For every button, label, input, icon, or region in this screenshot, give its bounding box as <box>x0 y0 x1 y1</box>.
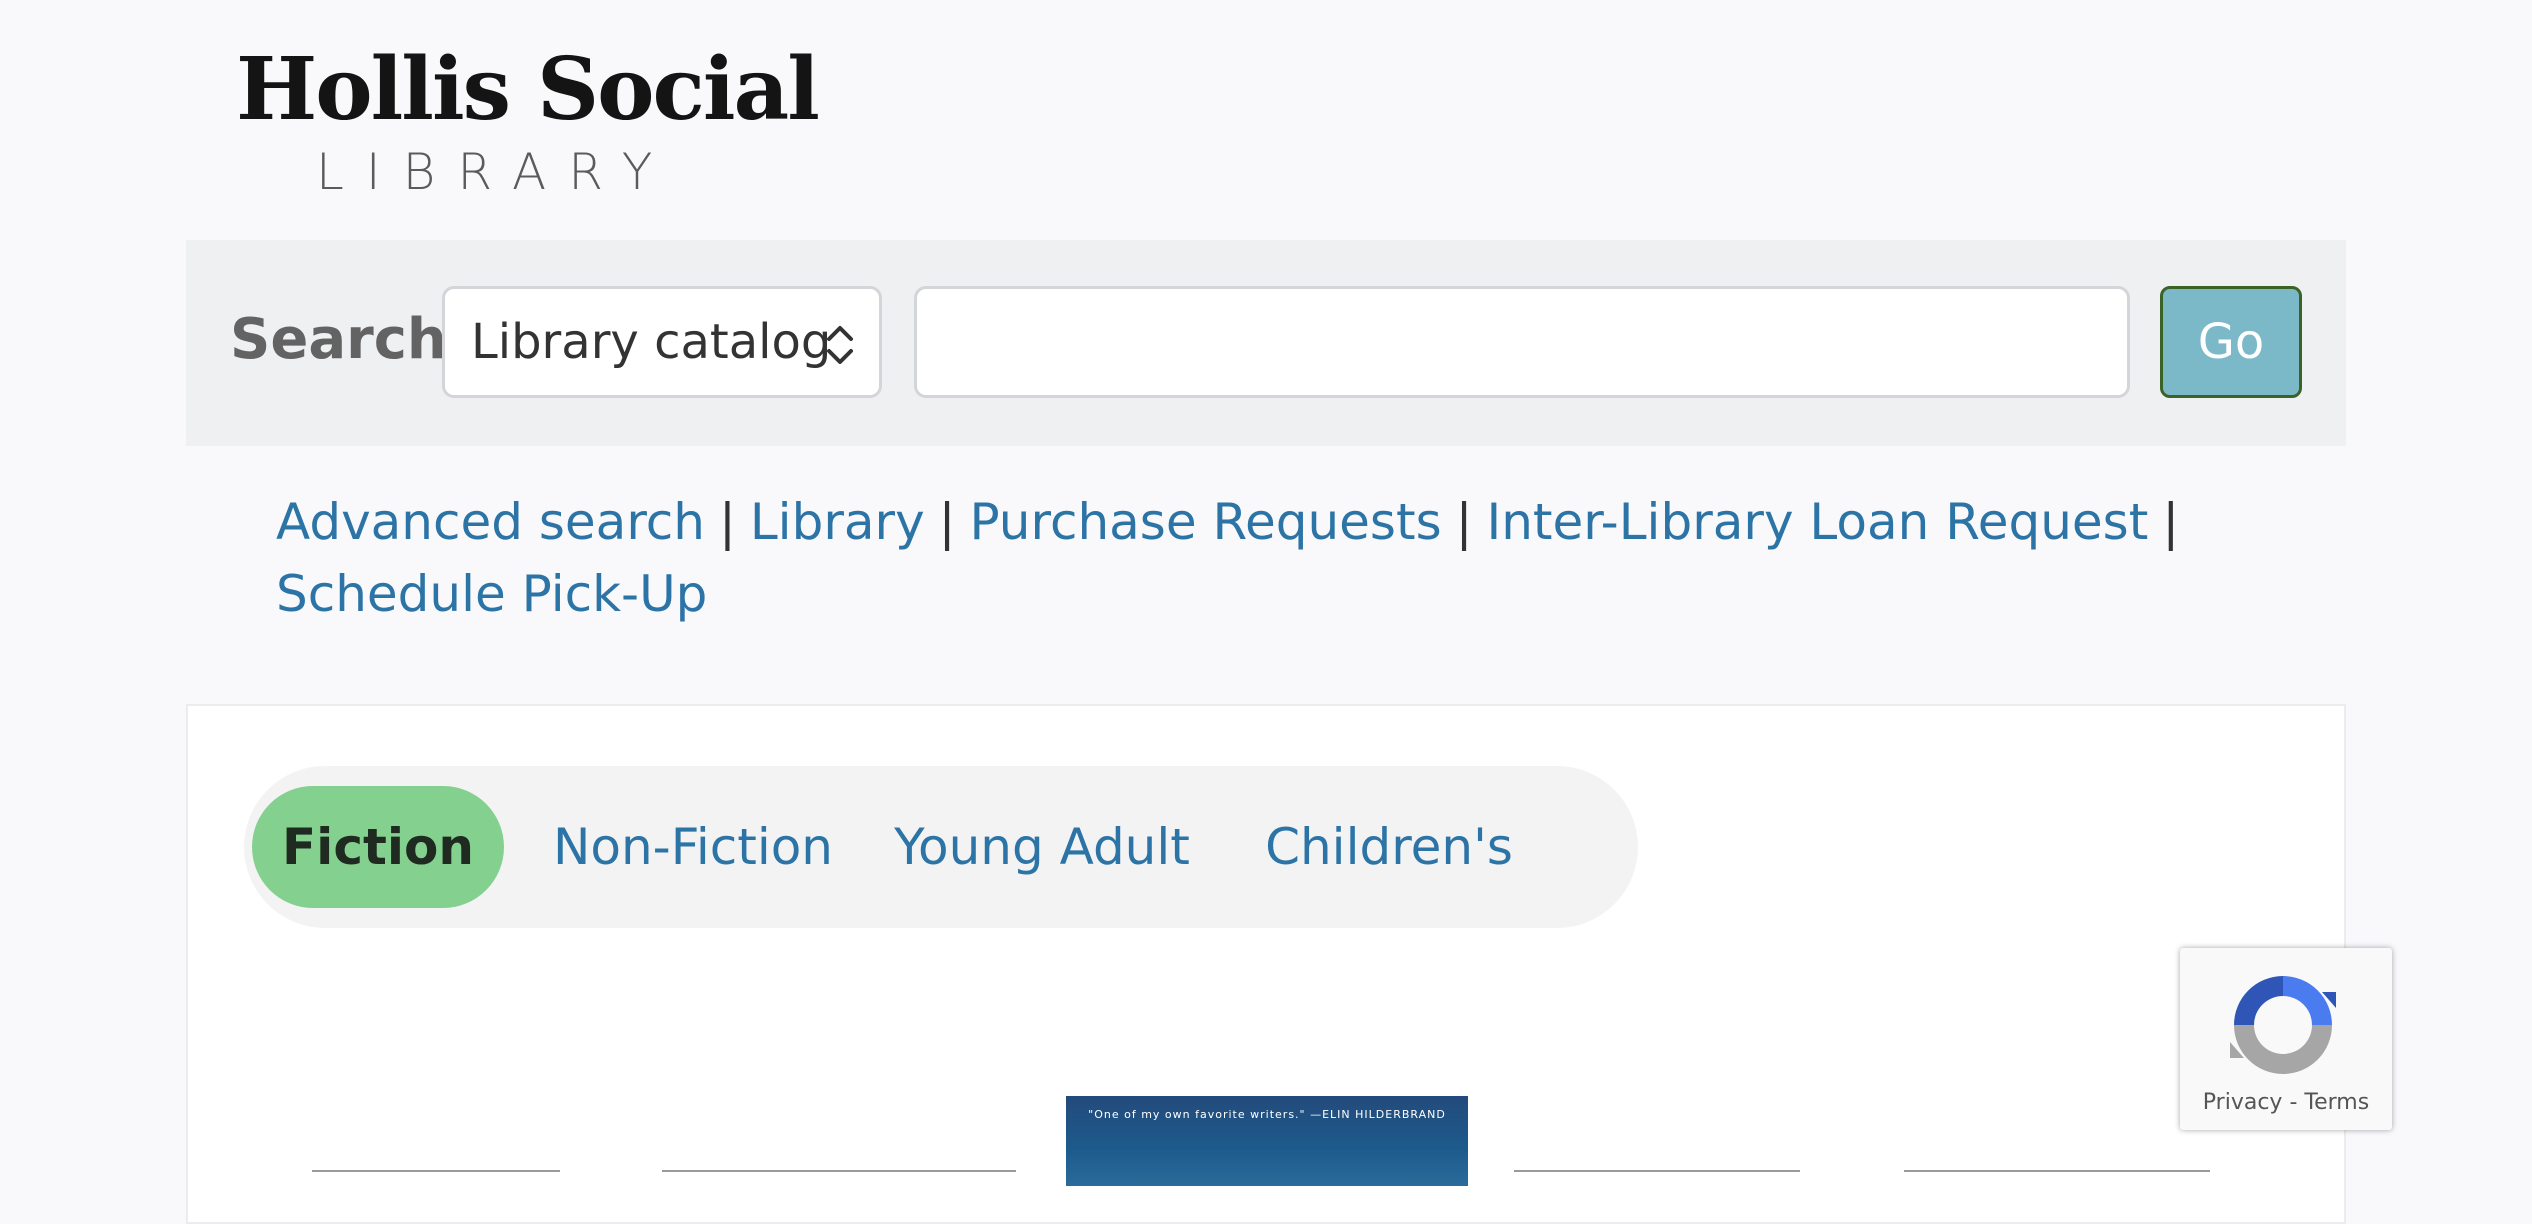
inter-library-loan-link[interactable]: Inter-Library Loan Request <box>1487 493 2149 551</box>
tab-fiction[interactable]: Fiction <box>252 786 504 908</box>
recaptcha-privacy-link[interactable]: Privacy <box>2203 1090 2283 1115</box>
genre-tabs: Fiction Non-Fiction Young Adult Children… <box>244 766 1638 928</box>
link-separator: | <box>1455 493 1473 551</box>
library-logo[interactable]: Hollis Social LIBRARY <box>236 40 820 210</box>
logo-title: Hollis Social <box>236 39 820 140</box>
purchase-requests-link[interactable]: Purchase Requests <box>970 493 1442 551</box>
schedule-pickup-link[interactable]: Schedule Pick-Up <box>276 565 707 623</box>
recaptcha-links: Privacy - Terms <box>2180 1090 2392 1115</box>
tab-childrens[interactable]: Children's <box>1244 786 1534 908</box>
search-scope-value: Library catalog <box>471 314 832 370</box>
tab-non-fiction[interactable]: Non-Fiction <box>548 786 838 908</box>
tab-young-adult[interactable]: Young Adult <box>884 786 1200 908</box>
search-bar: Search Library catalog Go <box>186 240 2346 446</box>
link-separator: | <box>938 493 956 551</box>
recaptcha-terms-link[interactable]: Terms <box>2304 1090 2369 1115</box>
library-link[interactable]: Library <box>750 493 925 551</box>
link-separator: | <box>2162 493 2180 551</box>
chevron-up-down-icon <box>827 326 853 364</box>
go-button[interactable]: Go <box>2160 286 2302 398</box>
quick-links: Advanced search | Library | Purchase Request… <box>276 486 2276 630</box>
book-cover[interactable]: "One of my own favorite writers." —ELIN … <box>1066 1096 1468 1186</box>
recaptcha-badge[interactable]: Privacy - Terms <box>2180 948 2392 1130</box>
book-cover-partial[interactable] <box>312 1170 560 1186</box>
book-cover-partial[interactable] <box>1904 1170 2210 1186</box>
book-cover-partial[interactable] <box>1514 1170 1800 1186</box>
search-scope-select[interactable]: Library catalog <box>442 286 882 398</box>
recaptcha-separator: - <box>2289 1090 2298 1115</box>
recaptcha-icon <box>2230 976 2336 1074</box>
advanced-search-link[interactable]: Advanced search <box>276 493 705 551</box>
logo-subtitle: LIBRARY <box>316 143 675 201</box>
search-label: Search <box>230 307 447 372</box>
search-input[interactable] <box>914 286 2130 398</box>
book-cover-partial[interactable] <box>662 1170 1016 1186</box>
link-separator: | <box>718 493 736 551</box>
book-cover-quote: "One of my own favorite writers." —ELIN … <box>1088 1108 1446 1121</box>
featured-books-panel: Fiction Non-Fiction Young Adult Children… <box>186 704 2346 1224</box>
